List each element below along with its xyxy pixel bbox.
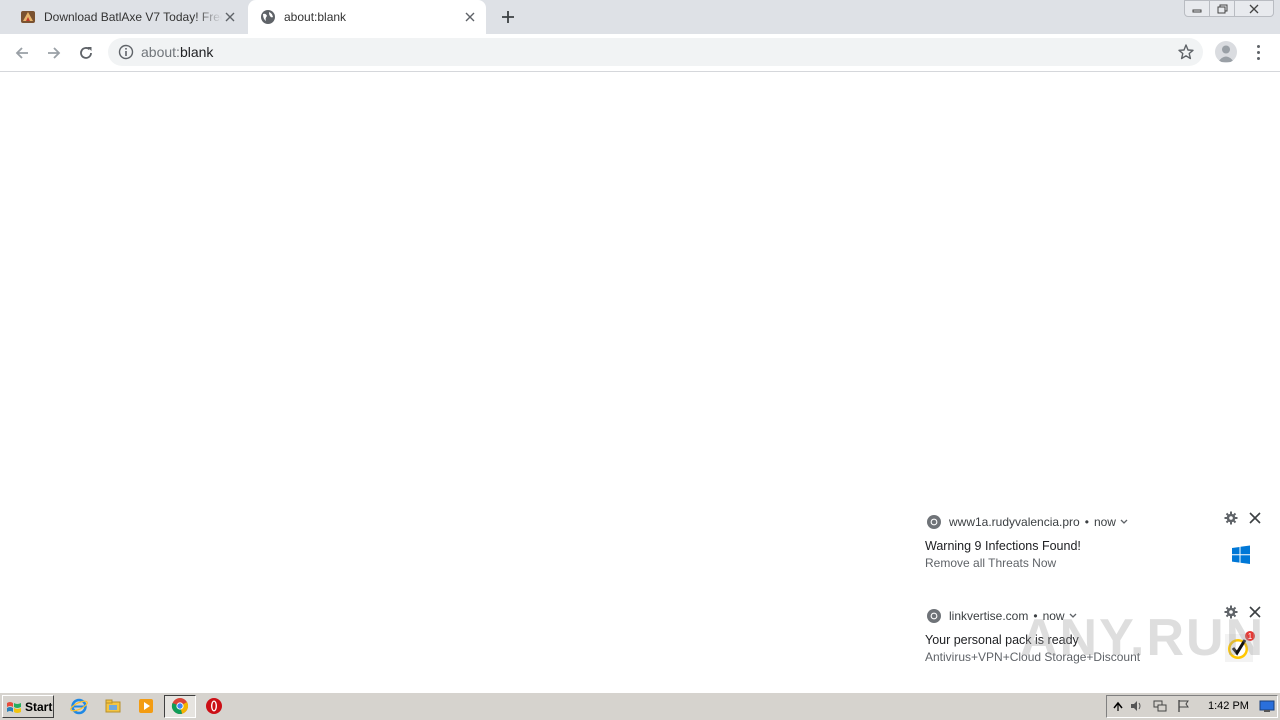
notification-title: Warning 9 Infections Found!: [925, 539, 1081, 553]
notification-body: Antivirus+VPN+Cloud Storage+Discount: [925, 650, 1141, 664]
person-icon: [1218, 45, 1234, 62]
explorer-icon[interactable]: [104, 697, 122, 715]
notification-card[interactable]: linkvertise.com • now Your personal pack…: [912, 600, 1278, 688]
windows-flag-icon: [7, 701, 21, 713]
bookmark-star-icon[interactable]: [1177, 43, 1195, 61]
taskbar-clock[interactable]: 1:42 PM: [1208, 700, 1249, 712]
system-tray: [1106, 695, 1278, 718]
forward-button[interactable]: [42, 41, 66, 65]
norton-check-icon: 1: [1225, 631, 1255, 662]
reload-button[interactable]: [74, 41, 98, 65]
notification-source: linkvertise.com • now: [926, 608, 1077, 624]
ie-icon[interactable]: [70, 697, 88, 715]
restore-button[interactable]: [1209, 0, 1235, 17]
show-desktop-icon[interactable]: [1259, 699, 1275, 713]
url-text: about:blank: [141, 44, 214, 60]
close-icon[interactable]: [1248, 511, 1262, 525]
close-tab-icon[interactable]: [462, 9, 478, 25]
volume-icon[interactable]: [1129, 699, 1143, 713]
notification-time: now: [1093, 515, 1116, 529]
badge-count: 1: [1248, 632, 1253, 641]
address-bar[interactable]: about:blank: [108, 38, 1203, 66]
site-favicon-icon: [21, 11, 35, 23]
reload-icon: [80, 47, 92, 59]
media-player-icon[interactable]: [137, 697, 155, 715]
chevron-down-icon[interactable]: [1069, 613, 1077, 619]
start-label: Start: [25, 699, 53, 714]
notification-time: now: [1042, 609, 1065, 623]
action-center-flag-icon[interactable]: [1177, 699, 1191, 713]
minimize-button[interactable]: [1184, 0, 1210, 17]
notification-origin: www1a.rudyvalencia.pro: [949, 515, 1080, 529]
close-icon: [1249, 4, 1259, 13]
separator-dot: •: [1033, 609, 1038, 623]
windows-logo-icon: [1232, 545, 1250, 564]
notification-card[interactable]: www1a.rudyvalencia.pro • now Warning 9 I…: [912, 506, 1278, 594]
windows-taskbar: Start 1:42 PM: [0, 692, 1280, 720]
notification-source: www1a.rudyvalencia.pro • now: [926, 514, 1128, 530]
info-icon[interactable]: [118, 44, 134, 60]
plus-icon: [502, 11, 514, 23]
browser-menu-button[interactable]: [1250, 42, 1266, 62]
gear-icon[interactable]: [1224, 511, 1238, 525]
separator-dot: •: [1084, 515, 1089, 529]
chrome-icon: [927, 609, 941, 623]
show-hidden-icons-icon[interactable]: [1111, 699, 1125, 713]
minimize-icon: [1192, 9, 1202, 12]
notification-title: Your personal pack is ready: [925, 633, 1079, 647]
arrow-right-icon: [48, 47, 61, 59]
gear-icon[interactable]: [1224, 605, 1238, 619]
globe-icon: [261, 10, 275, 24]
tab-about-blank[interactable]: about:blank: [248, 0, 486, 34]
chrome-icon[interactable]: [171, 697, 189, 715]
opera-icon[interactable]: [205, 697, 223, 715]
chrome-icon: [927, 515, 941, 529]
close-icon[interactable]: [1248, 605, 1262, 619]
tab-title: Download BatlAxe V7 Today! Free Sh: [44, 10, 222, 24]
close-window-button[interactable]: [1234, 0, 1274, 17]
profile-avatar-button[interactable]: [1215, 41, 1237, 63]
tab-batlaxe[interactable]: Download BatlAxe V7 Today! Free Sh: [8, 0, 246, 34]
tab-title: about:blank: [284, 10, 347, 24]
back-button[interactable]: [10, 41, 34, 65]
tab-strip: Download BatlAxe V7 Today! Free Sh about…: [0, 0, 1280, 34]
new-tab-button[interactable]: [498, 7, 518, 27]
start-button[interactable]: Start: [2, 695, 54, 718]
restore-icon: [1217, 4, 1227, 13]
close-tab-icon[interactable]: [222, 9, 238, 25]
network-icon[interactable]: [1153, 699, 1167, 713]
notification-origin: linkvertise.com: [949, 609, 1029, 623]
notification-body: Remove all Threats Now: [925, 556, 1057, 570]
browser-toolbar: about:blank: [0, 34, 1280, 72]
chevron-down-icon[interactable]: [1120, 519, 1128, 525]
arrow-left-icon: [15, 47, 28, 59]
